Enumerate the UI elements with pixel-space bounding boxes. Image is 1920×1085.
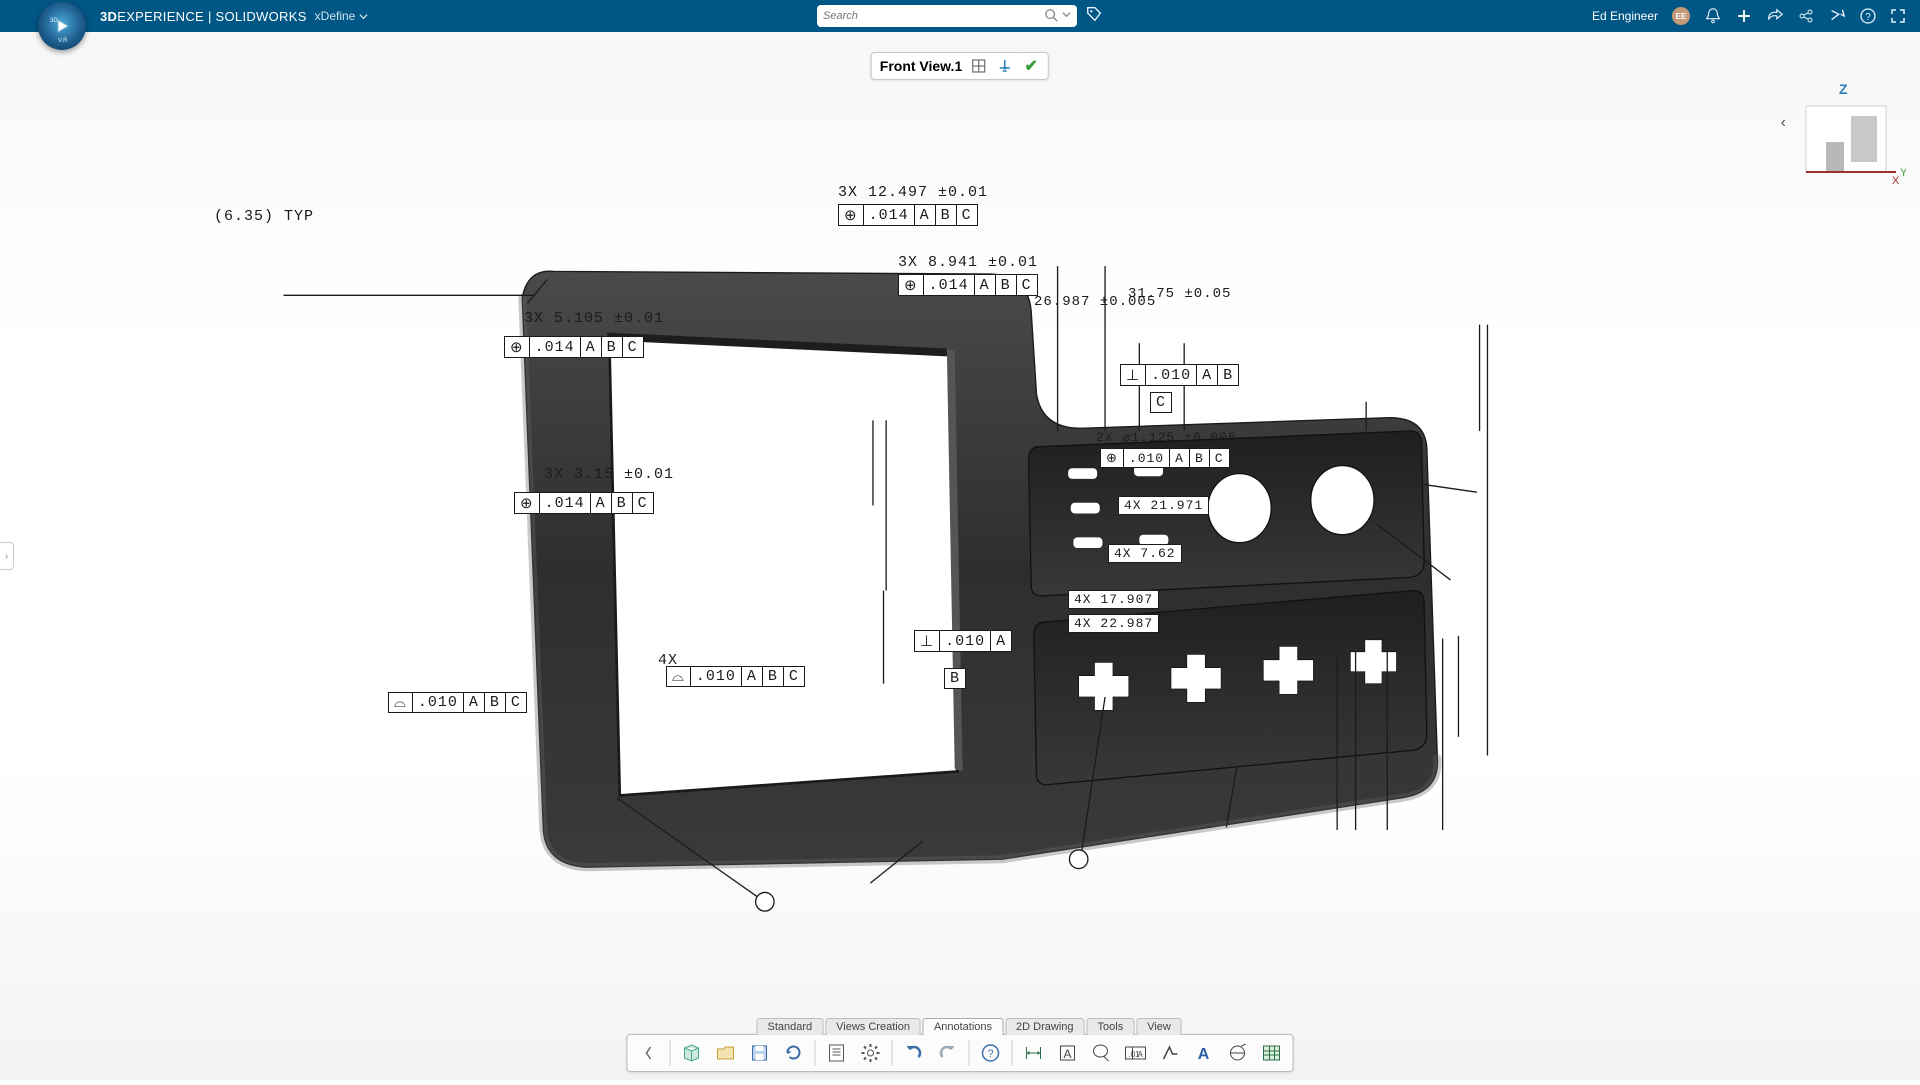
plus-icon[interactable]	[1736, 8, 1752, 24]
app-header: 3D V.R 3DEXPERIENCE | SOLIDWORKS xDefine…	[0, 0, 1920, 32]
svg-text:Z: Z	[1839, 82, 1848, 97]
fullscreen-icon[interactable]	[1890, 8, 1906, 24]
datum-b: B	[944, 668, 966, 689]
tool-balloon-icon[interactable]	[1087, 1038, 1117, 1068]
ann-3x-315: 3X 3.15 ±0.01	[544, 466, 674, 483]
notifications-icon[interactable]	[1704, 7, 1722, 25]
toolbar-row: ? A .01A A	[627, 1034, 1294, 1072]
search-chevron-icon[interactable]	[1062, 10, 1071, 22]
share-nodes-icon[interactable]	[1798, 8, 1814, 24]
ann-3x-12497: 3X 12.497 ±0.01	[838, 184, 988, 201]
tool-datum-icon[interactable]: A	[1189, 1038, 1219, 1068]
tab-views-creation[interactable]: Views Creation	[825, 1018, 921, 1035]
tool-properties-icon[interactable]	[822, 1038, 852, 1068]
svg-text:A: A	[1198, 1046, 1210, 1063]
ann-3175: 31.75 ±0.05	[1128, 286, 1231, 302]
ann-fillet-typ: (6.35) TYP	[214, 208, 314, 225]
fcf-perp1: ⊥.010AB	[1120, 364, 1239, 386]
svg-text:A: A	[1138, 1050, 1144, 1059]
tab-2d-drawing[interactable]: 2D Drawing	[1005, 1018, 1084, 1035]
expand-left-handle[interactable]: ›	[0, 542, 14, 570]
fcf-prof1: ⌓.010ABC	[666, 666, 805, 687]
ann-holes: 2X ⌀1.125 ±0.005	[1096, 430, 1237, 445]
view-label-bar: Front View.1 ✔	[871, 52, 1049, 80]
tool-save-icon[interactable]	[745, 1038, 775, 1068]
view-plane-icon[interactable]	[996, 57, 1014, 75]
tool-open-icon[interactable]	[711, 1038, 741, 1068]
ann-3x-8941: 3X 8.941 ±0.01	[898, 254, 1038, 271]
basic-762: 4X 7.62	[1108, 544, 1182, 563]
tool-refresh-icon[interactable]	[779, 1038, 809, 1068]
tool-redo-icon[interactable]	[933, 1038, 963, 1068]
basic-21971: 4X 21.971	[1118, 496, 1209, 515]
tool-new-icon[interactable]	[677, 1038, 707, 1068]
tool-surface-finish-icon[interactable]	[1155, 1038, 1185, 1068]
drawing-layer: (6.35) TYP 3X 5.105 ±0.01 ⊕.014ABC 3X 3.…	[0, 32, 1920, 1080]
basic-17907: 4X 17.907	[1068, 590, 1159, 609]
fcf-holes: ⊕.010ABC	[1100, 448, 1230, 468]
search-input-wrap[interactable]	[817, 5, 1077, 27]
tool-datum-target-icon[interactable]	[1223, 1038, 1253, 1068]
app-dropdown[interactable]: xDefine	[315, 9, 369, 23]
tab-view[interactable]: View	[1136, 1018, 1182, 1035]
tool-text-frame-icon[interactable]: A	[1053, 1038, 1083, 1068]
toolbar-tabs: Standard Views Creation Annotations 2D D…	[757, 1018, 1294, 1035]
svg-text:X: X	[1892, 175, 1900, 187]
search-icon[interactable]	[1044, 8, 1058, 25]
svg-text:V.R: V.R	[58, 38, 68, 44]
svg-text:?: ?	[1865, 12, 1871, 23]
basic-22987: 4X 22.987	[1068, 614, 1159, 633]
tool-undo-icon[interactable]	[899, 1038, 929, 1068]
compass-button[interactable]: 3D V.R	[38, 2, 86, 50]
viewport[interactable]: Front View.1 ✔ › ‹ Z X Y	[0, 32, 1920, 1080]
community-icon[interactable]	[1828, 7, 1846, 25]
bottom-toolbar: Standard Views Creation Annotations 2D D…	[627, 1018, 1294, 1072]
view-name: Front View.1	[880, 58, 962, 74]
tag-icon[interactable]	[1085, 5, 1103, 28]
tool-gdt-icon[interactable]: .01A	[1121, 1038, 1151, 1068]
tool-dimension-icon[interactable]	[1019, 1038, 1049, 1068]
svg-text:?: ?	[987, 1048, 993, 1060]
fcf-3x-8941: ⊕.014ABC	[898, 274, 1038, 296]
avatar[interactable]: EE	[1672, 7, 1690, 25]
tool-chevron-icon[interactable]	[634, 1038, 664, 1068]
tab-tools[interactable]: Tools	[1087, 1018, 1135, 1035]
fcf-3x-315: ⊕.014ABC	[514, 492, 654, 514]
triad-collapse-icon[interactable]: ‹	[1781, 114, 1786, 132]
ann-3x-5105: 3X 5.105 ±0.01	[524, 310, 664, 327]
datum-c: C	[1150, 392, 1172, 413]
svg-text:A: A	[1063, 1047, 1071, 1061]
fcf-perp2: ⊥.010A	[914, 630, 1012, 652]
svg-text:3D: 3D	[50, 18, 58, 24]
view-triad[interactable]: ‹ Z X Y	[1776, 82, 1906, 197]
brand-title: 3DEXPERIENCE | SOLIDWORKS	[100, 9, 307, 24]
tool-table-icon[interactable]	[1257, 1038, 1287, 1068]
view-grid-icon[interactable]	[970, 57, 988, 75]
tool-help-icon[interactable]: ?	[976, 1038, 1006, 1068]
help-icon[interactable]: ?	[1860, 8, 1876, 24]
confirm-check-icon[interactable]: ✔	[1022, 57, 1040, 75]
tab-standard[interactable]: Standard	[757, 1018, 824, 1035]
fcf-prof2: ⌓.010ABC	[388, 692, 527, 713]
user-name[interactable]: Ed Engineer	[1592, 9, 1658, 23]
search-input[interactable]	[823, 10, 1044, 22]
share-arrow-icon[interactable]	[1766, 7, 1784, 25]
svg-text:Y: Y	[1900, 167, 1906, 179]
tool-settings-icon[interactable]	[856, 1038, 886, 1068]
fcf-3x-5105: ⊕.014ABC	[504, 336, 644, 358]
fcf-3x-12497: ⊕.014ABC	[838, 204, 978, 226]
tab-annotations[interactable]: Annotations	[923, 1018, 1003, 1035]
